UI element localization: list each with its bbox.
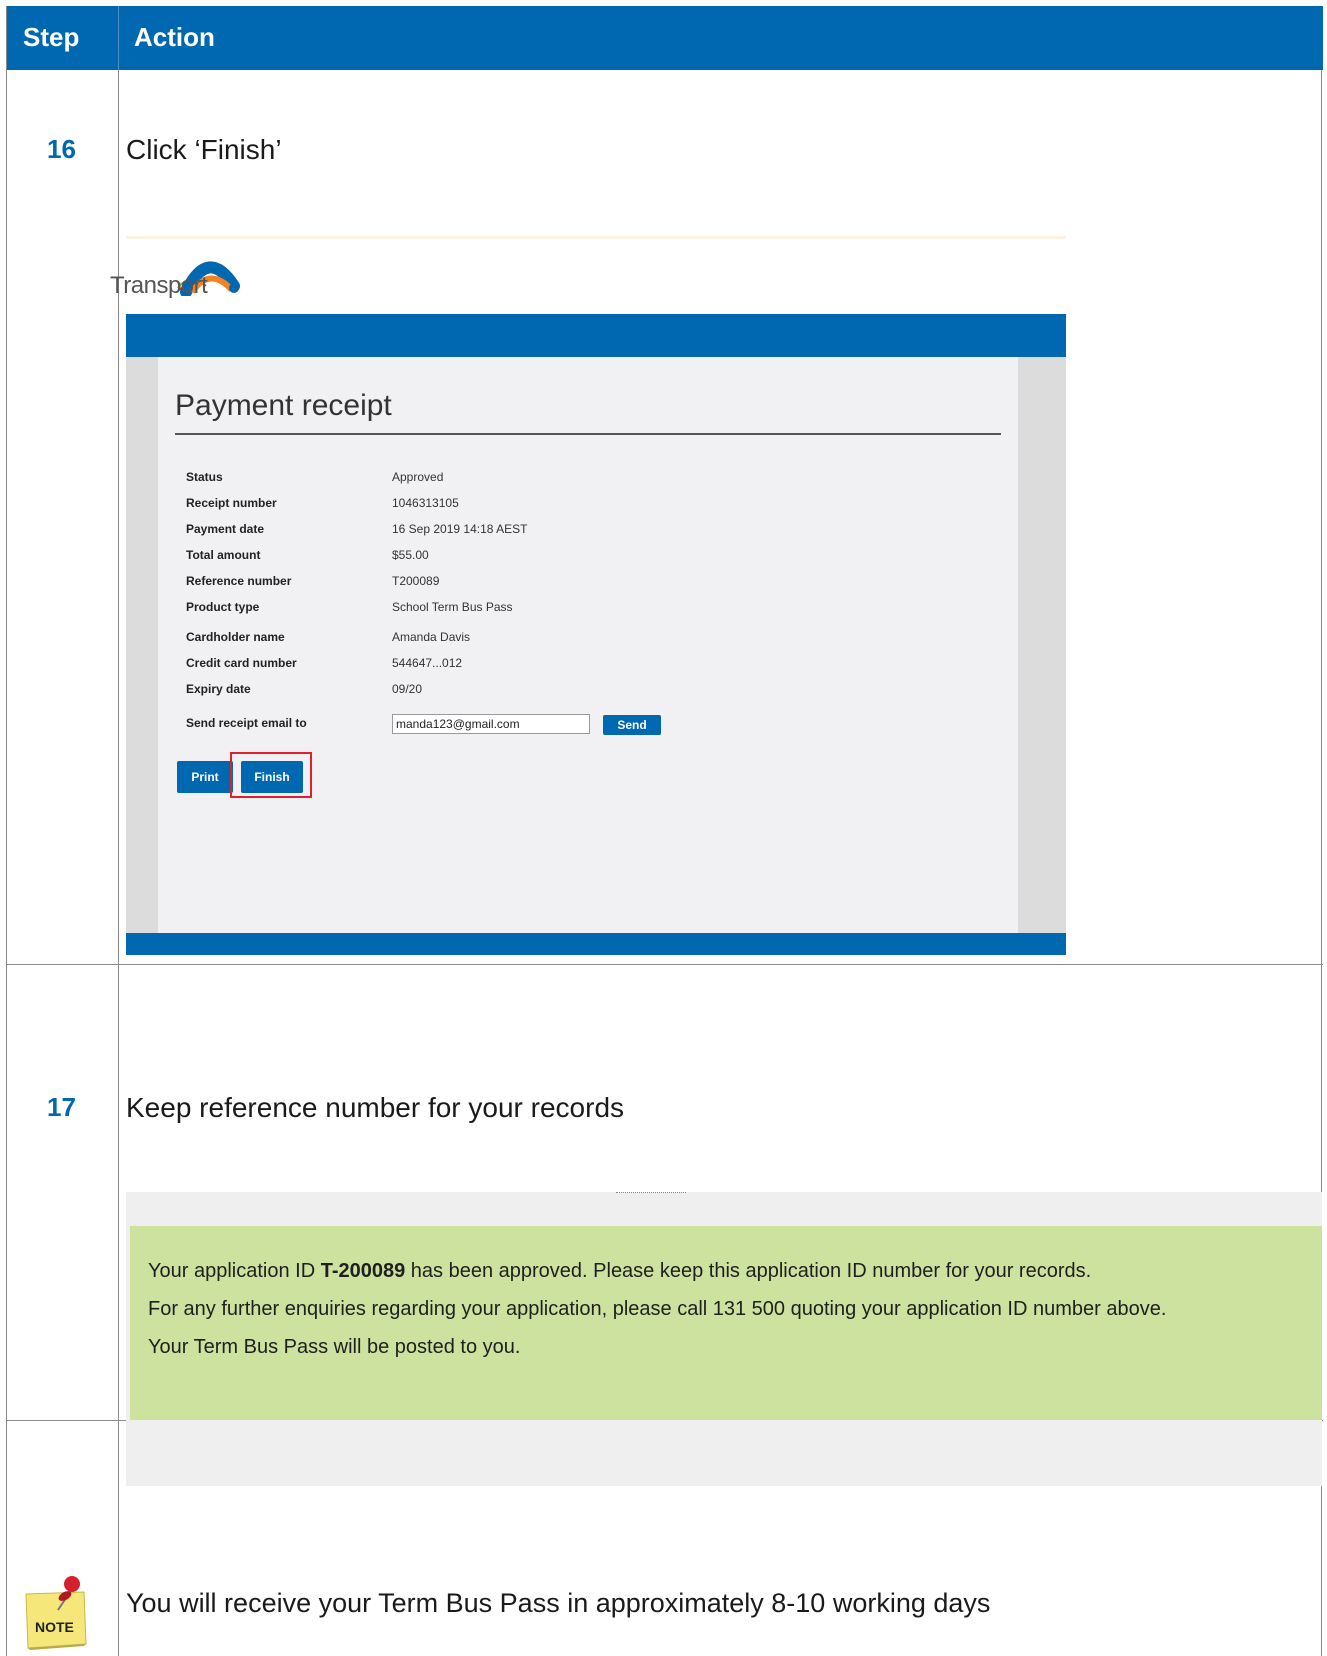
credit-card-number-label: Credit card number [186,656,297,670]
payment-receipt-screenshot: Payment receipt Status Approved Receipt … [126,236,1066,955]
dotted-line [616,1192,686,1194]
total-amount-value: $55.00 [392,548,429,562]
approval-suffix: has been approved. Please keep this appl… [405,1260,1092,1282]
column-divider [118,70,119,1656]
product-type-value: School Term Bus Pass [392,600,513,614]
note-pin-icon: NOTE [25,1576,87,1650]
receipt-email-input[interactable] [392,714,590,734]
email-label: Send receipt email to [186,716,307,730]
expiry-date-value: 09/20 [392,682,423,696]
page-title: Payment receipt [175,389,392,422]
title-rule [175,433,1001,435]
product-type-label: Product type [186,600,260,614]
status-value: Approved [392,470,444,484]
payment-date-label: Payment date [186,522,265,536]
step-17-instruction: Keep reference number for your records [126,1092,625,1123]
approval-line-1: Your application ID T-200089 has been ap… [148,1260,1091,1283]
header-step: Step [23,22,80,52]
approval-line-3: Your Term Bus Pass will be posted to you… [148,1336,521,1358]
payment-date-value: 16 Sep 2019 14:18 AEST [392,522,528,536]
receipt-number-label: Receipt number [186,496,277,510]
page-background: Payment receipt Status Approved Receipt … [126,357,1066,933]
status-label: Status [186,470,223,484]
receipt-number-value: 1046313105 [392,496,459,510]
logo-text: Transport [110,272,208,299]
receipt-panel: Payment receipt Status Approved Receipt … [158,357,1018,933]
expiry-date-label: Expiry date [186,682,251,696]
step-number-16: 16 [47,134,76,164]
approval-prefix: Your application ID [148,1260,321,1282]
total-amount-label: Total amount [186,548,261,562]
send-button[interactable]: Send [603,715,661,735]
step-16-instruction: Click ‘Finish’ [126,134,282,165]
note-text: You will receive your Term Bus Pass in a… [126,1588,991,1618]
approval-screenshot: Your application ID T-200089 has been ap… [126,1192,1322,1486]
table-header: Step Action [7,6,1323,70]
top-line [126,236,1066,239]
reference-number-value: T200089 [392,574,440,588]
step-number-17: 17 [47,1092,76,1122]
cardholder-name-value: Amanda Davis [392,630,471,644]
reference-number-label: Reference number [186,574,292,588]
application-id: T-200089 [320,1260,406,1282]
credit-card-number-value: 544647...012 [392,656,463,670]
footer-band [126,933,1066,955]
header-action: Action [134,22,215,52]
header-divider [118,6,119,70]
approval-message-box: Your application ID T-200089 has been ap… [130,1226,1322,1420]
finish-highlight-box [230,752,312,798]
approval-line-2: For any further enquiries regarding your… [148,1298,1167,1320]
row-divider [7,964,1323,965]
note-icon-label: NOTE [35,1619,74,1635]
cardholder-name-label: Cardholder name [186,630,285,644]
print-button[interactable]: Print [177,761,233,793]
header-band [126,314,1066,357]
